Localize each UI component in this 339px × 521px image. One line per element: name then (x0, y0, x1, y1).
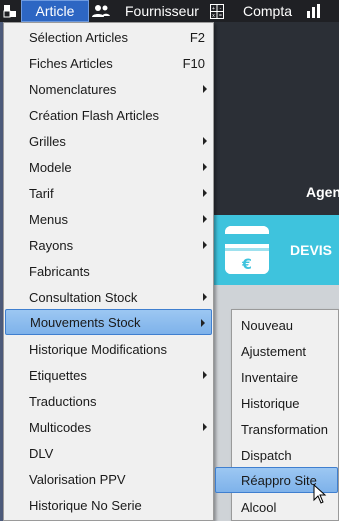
menu-item-label: Rayons (29, 237, 74, 253)
menu-item-historique-modifications[interactable]: Historique Modifications (4, 336, 213, 362)
menu-fournisseur[interactable]: Fournisseur (125, 0, 199, 22)
menu-item-label: Sélection Articles (29, 29, 128, 45)
menu-item-dlv[interactable]: DLV (4, 440, 213, 466)
submenu-arrow-icon (203, 241, 207, 249)
menu-item-consultation-stock[interactable]: Consultation Stock (4, 284, 213, 310)
submenu-item-dispatch[interactable]: Dispatch (232, 442, 338, 468)
app-logo-icon[interactable] (3, 0, 17, 22)
submenu-item-label: Dispatch (241, 447, 292, 463)
submenu-item-transformation[interactable]: Transformation (232, 416, 338, 442)
menu-item-label: Historique Modifications (29, 341, 168, 357)
menu-item-label: Historique No Serie (29, 497, 142, 513)
menu-item-multicodes[interactable]: Multicodes (4, 414, 213, 440)
submenu-item-label: Nouveau (241, 317, 294, 333)
submenu-item-historique[interactable]: Historique (232, 390, 338, 416)
agenda-heading: Agen (306, 184, 339, 200)
menu-item-label: Multicodes (29, 419, 92, 435)
svg-text:€: € (241, 257, 252, 273)
menu-item-label: Fabricants (29, 263, 90, 279)
menu-item-label: DLV (29, 445, 54, 461)
bar-chart-icon[interactable] (306, 0, 322, 22)
submenu-item-label: Historique (241, 395, 300, 411)
submenu-arrow-icon (203, 137, 207, 145)
submenu-item-label: Ajustement (241, 343, 307, 359)
submenu-item-label: Alcool (241, 499, 277, 515)
devis-label: DEVIS (290, 242, 333, 258)
menu-item-fabricants[interactable]: Fabricants (4, 258, 213, 284)
submenu-arrow-icon (203, 423, 207, 431)
menu-item-etiquettes[interactable]: Etiquettes (4, 362, 213, 388)
submenu-arrow-icon (203, 215, 207, 223)
article-dropdown-menu: Sélection Articles F2 Fiches Articles F10 No… (3, 22, 214, 521)
menu-item-fiches-articles[interactable]: Fiches Articles F10 (4, 50, 213, 76)
submenu-arrow-icon (203, 293, 207, 301)
euro-card-icon: € (225, 226, 269, 274)
submenu-arrow-icon (203, 371, 207, 379)
menu-item-modele[interactable]: Modele (4, 154, 213, 180)
menu-item-label: Menus (29, 211, 69, 227)
calculator-icon[interactable]: + - x = (208, 0, 226, 22)
menu-item-selection-articles[interactable]: Sélection Articles F2 (4, 24, 213, 50)
menu-item-label: Modele (29, 159, 72, 175)
submenu-item-inventaire[interactable]: Inventaire (232, 364, 338, 390)
submenu-item-ajustement[interactable]: Ajustement (232, 338, 338, 364)
menu-item-historique-no-serie[interactable]: Historique No Serie (4, 492, 213, 518)
menu-article[interactable]: Article (21, 0, 89, 22)
menu-item-label: Traductions (29, 393, 97, 409)
menu-item-nomenclatures[interactable]: Nomenclatures (4, 76, 213, 102)
mouse-cursor-icon (313, 483, 327, 509)
submenu-item-label: Inventaire (241, 369, 299, 385)
menu-item-tarif[interactable]: Tarif (4, 180, 213, 206)
menu-item-label: Grilles (29, 133, 66, 149)
submenu-arrow-icon (203, 189, 207, 197)
menu-item-label: Fiches Articles (29, 55, 113, 71)
submenu-item-nouveau[interactable]: Nouveau (232, 312, 338, 338)
shortcut-label: F2 (189, 29, 205, 45)
menu-item-valorisation-ppv[interactable]: Valorisation PPV (4, 466, 213, 492)
submenu-arrow-icon (201, 319, 205, 327)
users-icon[interactable] (91, 0, 111, 22)
menu-item-mouvements-stock[interactable]: Mouvements Stock (5, 309, 212, 335)
menu-item-label: Tarif (29, 185, 54, 201)
submenu-arrow-icon (203, 85, 207, 93)
menu-compta[interactable]: Compta (243, 0, 292, 22)
top-menubar: Article Fournisseur + - x = Compta (0, 0, 339, 22)
menu-item-menus[interactable]: Menus (4, 206, 213, 232)
svg-text:+: + (212, 6, 215, 12)
menu-item-grilles[interactable]: Grilles (4, 128, 213, 154)
menu-item-rayons[interactable]: Rayons (4, 232, 213, 258)
menu-item-creation-flash-articles[interactable]: Création Flash Articles (4, 102, 213, 128)
menu-item-traductions[interactable]: Traductions (4, 388, 213, 414)
menu-item-label: Consultation Stock (29, 289, 138, 305)
menu-item-label: Nomenclatures (29, 81, 117, 97)
svg-text:=: = (219, 13, 222, 19)
shortcut-label: F10 (182, 55, 205, 71)
submenu-item-label: Réappro Site (241, 472, 317, 488)
menu-item-label: Mouvements Stock (30, 314, 141, 330)
menu-item-label: Etiquettes (29, 367, 87, 383)
menu-item-label: Création Flash Articles (29, 107, 160, 123)
menu-item-label: Valorisation PPV (29, 471, 126, 487)
submenu-item-label: Transformation (241, 421, 328, 437)
submenu-arrow-icon (203, 163, 207, 171)
